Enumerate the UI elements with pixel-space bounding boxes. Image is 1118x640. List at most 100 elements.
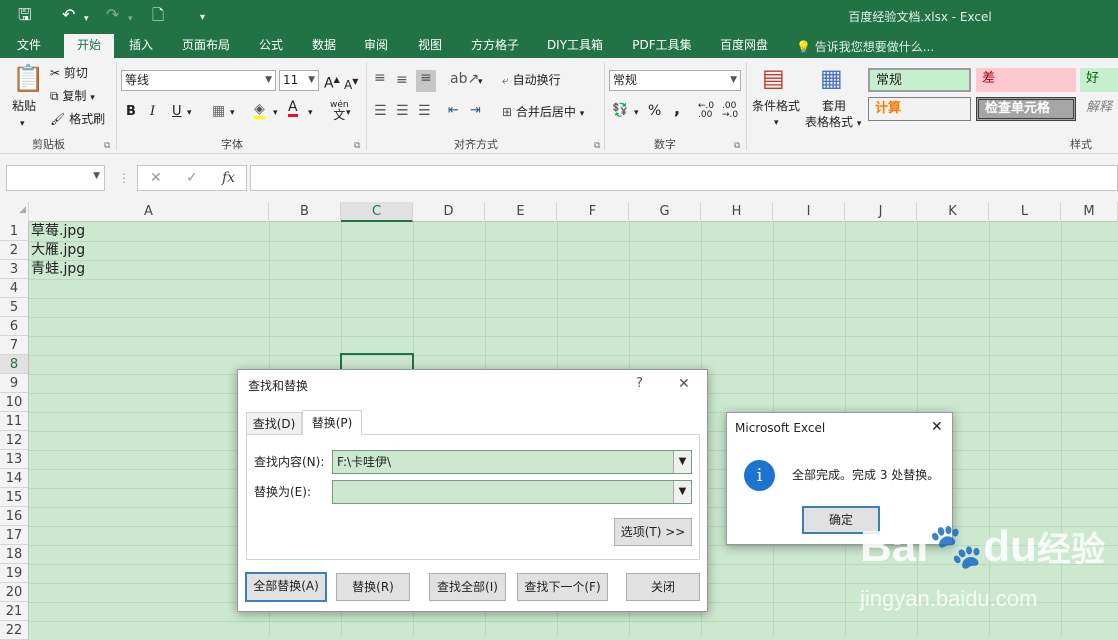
column-header[interactable]: K [917,202,989,222]
row-header[interactable]: 17 [0,526,29,545]
save-icon[interactable]: 🖫 [18,6,32,24]
column-header[interactable]: C [341,202,413,222]
chevron-down-icon[interactable]: ▼ [673,451,691,473]
accounting-dropdown-icon[interactable]: ▾ [634,105,639,121]
font-color-dropdown-icon[interactable]: ▾ [308,105,313,121]
insert-function-button[interactable]: fx [222,170,235,186]
column-header[interactable]: I [773,202,845,222]
formula-input[interactable] [250,165,1118,191]
cell-a1[interactable]: 草莓.jpg [31,222,85,241]
font-color-icon[interactable]: A [288,100,298,117]
find-what-input[interactable]: F:\卡哇伊\ ▼ [332,450,692,474]
column-header[interactable]: D [413,202,485,222]
fill-color-dropdown-icon[interactable]: ▾ [273,105,278,121]
row-header[interactable]: 14 [0,469,29,488]
enter-icon[interactable]: ✓ [186,170,198,186]
tab-baidu-netdisk[interactable]: 百度网盘 [712,36,776,58]
row-header[interactable]: 18 [0,545,29,564]
cell-a2[interactable]: 大雁.jpg [31,241,85,260]
column-header[interactable]: A [29,202,269,222]
align-left-icon[interactable]: ☰ [374,103,387,119]
row-header[interactable]: 2 [0,241,29,260]
options-button[interactable]: 选项(T) >> [614,518,692,546]
row-header[interactable]: 4 [0,279,29,298]
phonetic-dropdown-icon[interactable]: ▾ [346,105,351,121]
chevron-down-icon[interactable]: ▼ [673,481,691,503]
tab-pdf-tools[interactable]: PDF工具集 [624,36,700,58]
orientation-icon[interactable]: ab↗ [450,71,479,87]
style-normal[interactable]: 常规 [868,68,971,92]
align-bottom-icon[interactable]: ≡ [416,70,436,92]
select-all-button[interactable]: ◢ [0,202,29,222]
row-header[interactable]: 16 [0,507,29,526]
font-launcher-icon[interactable]: ⧉ [354,138,360,154]
borders-dropdown-icon[interactable]: ▾ [230,105,235,121]
find-next-button[interactable]: 查找下一个(F) [517,573,608,601]
conditional-dropdown-icon[interactable]: ▾ [774,115,779,131]
percent-style-button[interactable]: % [648,103,661,119]
find-all-button[interactable]: 查找全部(I) [429,573,506,601]
tab-home[interactable]: 开始 [64,34,114,58]
cell-a3[interactable]: 青蛙.jpg [31,260,85,279]
borders-icon[interactable]: ▦ [212,103,225,119]
help-button[interactable]: ? [636,376,643,392]
close-icon[interactable]: ✕ [931,419,943,435]
clipboard-launcher-icon[interactable]: ⧉ [104,138,110,154]
wrap-text-button[interactable]: ⤶ 自动换行 [502,72,561,88]
new-document-icon[interactable]: 🗋 [152,6,164,24]
style-check-cell[interactable]: 检查单元格 [976,97,1076,121]
column-header[interactable]: F [557,202,629,222]
bold-button[interactable]: B [126,104,136,120]
accounting-format-icon[interactable]: 💱 [612,103,628,119]
number-launcher-icon[interactable]: ⧉ [734,138,740,154]
column-header[interactable]: H [701,202,773,222]
column-header[interactable]: M [1061,202,1118,222]
format-as-table-button[interactable]: 表格格式 ▾ [805,114,861,132]
name-box[interactable]: ▼ [6,165,105,191]
row-header[interactable]: 15 [0,488,29,507]
decrease-decimal-icon[interactable]: .00 →.0 [722,102,738,120]
row-header[interactable]: 5 [0,298,29,317]
merge-center-button[interactable]: ⊞ 合并后居中 ▾ [502,104,584,122]
merge-dropdown-icon[interactable]: ▾ [580,109,585,119]
align-middle-icon[interactable]: ≡ [396,72,408,88]
row-header[interactable]: 19 [0,564,29,583]
row-header[interactable]: 7 [0,336,29,355]
row-header[interactable]: 11 [0,412,29,431]
column-header[interactable]: J [845,202,917,222]
align-center-icon[interactable]: ☰ [396,103,409,119]
number-format-select[interactable]: 常规 ▼ [609,70,741,91]
row-header[interactable]: 21 [0,602,29,621]
tab-diy-toolbox[interactable]: DIY工具箱 [540,36,610,58]
conditional-formatting-button[interactable]: 条件格式 [752,98,800,114]
row-header[interactable]: 3 [0,260,29,279]
cancel-icon[interactable]: ✕ [150,170,162,186]
column-header[interactable]: L [989,202,1061,222]
close-icon[interactable]: ✕ [678,376,690,392]
tab-fangfang[interactable]: 方方格子 [462,36,528,58]
align-top-icon[interactable]: ≡ [374,70,386,86]
tell-me-search[interactable]: 💡 告诉我您想要做什么... [796,38,934,55]
format-painter-button[interactable]: 🖌 格式刷 [50,111,105,127]
style-good[interactable]: 好 [1080,68,1118,92]
column-header[interactable]: B [269,202,341,222]
tab-replace[interactable]: 替换(P) [302,410,362,435]
row-header[interactable]: 8 [0,355,29,374]
column-header[interactable]: E [485,202,557,222]
style-bad[interactable]: 差 [976,68,1076,92]
row-header[interactable]: 22 [0,621,29,640]
cut-button[interactable]: ✂ 剪切 [50,65,88,81]
close-button[interactable]: 关闭 [626,573,700,601]
paste-dropdown-icon[interactable]: ▾ [20,116,25,132]
tab-file[interactable]: 文件 [6,36,52,58]
italic-button[interactable]: I [150,104,155,120]
tab-review[interactable]: 审阅 [356,36,396,58]
undo-dropdown-icon[interactable]: ▾ [84,10,89,28]
row-header[interactable]: 12 [0,431,29,450]
orientation-dropdown-icon[interactable]: ▾ [478,74,483,90]
copy-dropdown-icon[interactable]: ▾ [90,93,95,103]
undo-icon[interactable]: ↶ [62,6,75,24]
font-size-select[interactable]: 11 ▼ [279,70,319,91]
style-explanatory[interactable]: 解释 [1080,97,1118,121]
align-right-icon[interactable]: ☰ [418,103,431,119]
